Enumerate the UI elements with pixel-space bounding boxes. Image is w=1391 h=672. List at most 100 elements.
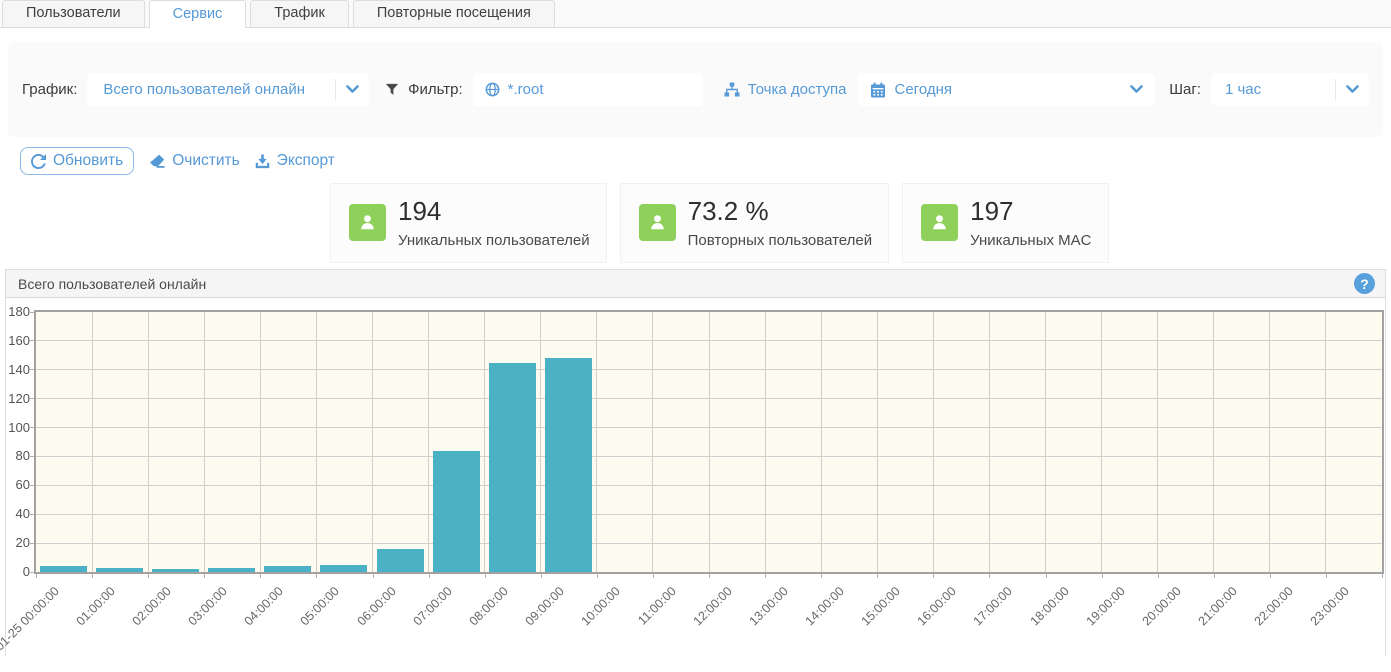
period-select[interactable]: Сегодня (858, 73, 1156, 106)
gridline (709, 312, 710, 572)
access-point-label: Точка доступа (748, 81, 847, 98)
gridline (1157, 312, 1158, 572)
x-tick (1102, 574, 1103, 578)
eraser-icon (149, 154, 165, 168)
x-tick (485, 574, 486, 578)
tab-repeat-visits[interactable]: Повторные посещения (353, 0, 555, 27)
period-value: Сегодня (895, 81, 1122, 98)
stat-card-unique-mac: 197 Уникальных MAC (902, 183, 1108, 263)
x-tick (821, 574, 822, 578)
y-tick-label: 100 (6, 420, 30, 436)
x-tick (204, 574, 205, 578)
chart-area: 02040608010012014016018001-25 00:00:0001… (6, 298, 1385, 656)
step-select[interactable]: 1 час (1211, 73, 1369, 106)
calendar-icon (870, 82, 886, 98)
y-tick (30, 572, 34, 573)
y-tick (30, 369, 34, 370)
chart-select-label: График: (22, 81, 77, 98)
chevron-down-icon (1130, 85, 1143, 94)
x-tick (933, 574, 934, 578)
gridline (989, 312, 990, 572)
gridline (1213, 312, 1214, 572)
x-tick (1158, 574, 1159, 578)
action-bar: Обновить Очистить Экспорт (20, 144, 1391, 178)
x-tick (877, 574, 878, 578)
x-tick (429, 574, 430, 578)
chart-title: Всего пользователей онлайн (18, 276, 206, 292)
chart-bar (208, 568, 255, 572)
x-tick (1326, 574, 1327, 578)
gridline (596, 312, 597, 572)
y-tick (30, 456, 34, 457)
x-tick (1270, 574, 1271, 578)
stats-row: 194 Уникальных пользователей 73.2 % Повт… (330, 183, 1391, 263)
gridline (1269, 312, 1270, 572)
gridline (540, 312, 541, 572)
filter-input[interactable] (508, 81, 691, 98)
y-tick-label: 160 (6, 333, 30, 349)
x-tick (260, 574, 261, 578)
x-tick (1046, 574, 1047, 578)
access-point-button[interactable]: Точка доступа (724, 81, 847, 98)
gridline (1325, 312, 1326, 572)
chart-bar (152, 569, 199, 572)
step-select-label: Шаг: (1169, 81, 1201, 98)
chart-bar (96, 568, 143, 572)
chart-panel: Всего пользователей онлайн ? 02040608010… (5, 269, 1386, 656)
gridline (765, 312, 766, 572)
y-tick-label: 60 (6, 477, 30, 493)
export-button[interactable]: Экспорт (255, 152, 335, 170)
gridline (428, 312, 429, 572)
gridline (316, 312, 317, 572)
chart-type-value: Всего пользователей онлайн (103, 81, 325, 98)
y-tick-label: 140 (6, 362, 30, 378)
y-tick-label: 80 (6, 448, 30, 464)
chevron-down-icon (1346, 85, 1359, 94)
gridline (260, 312, 261, 572)
clear-button[interactable]: Очистить (149, 152, 239, 170)
tab-traffic[interactable]: Трафик (250, 0, 349, 27)
stat-card-unique-users: 194 Уникальных пользователей (330, 183, 607, 263)
gridline (92, 312, 93, 572)
stat-value: 197 (970, 197, 1091, 225)
user-icon (349, 204, 386, 241)
refresh-icon (31, 154, 46, 169)
x-tick (148, 574, 149, 578)
y-tick (30, 340, 34, 341)
filter-label: Фильтр: (408, 81, 463, 98)
x-tick (765, 574, 766, 578)
chart-bar (320, 565, 367, 572)
stat-value: 194 (398, 197, 590, 225)
gridline (1101, 312, 1102, 572)
chart-type-select[interactable]: Всего пользователей онлайн (87, 73, 369, 106)
filter-field[interactable] (473, 73, 703, 106)
x-tick (36, 574, 37, 578)
refresh-button[interactable]: Обновить (20, 147, 134, 175)
tab-users[interactable]: Пользователи (2, 0, 145, 27)
x-tick (709, 574, 710, 578)
gridline (372, 312, 373, 572)
sitemap-icon (724, 82, 740, 97)
y-tick (30, 312, 34, 313)
chevron-down-icon (346, 85, 359, 94)
user-icon (921, 204, 958, 241)
globe-icon (485, 82, 500, 97)
gridline (148, 312, 149, 572)
gridline (484, 312, 485, 572)
x-tick (597, 574, 598, 578)
divider (335, 79, 336, 101)
gridline (821, 312, 822, 572)
stat-label: Повторных пользователей (688, 232, 872, 249)
stat-label: Уникальных пользователей (398, 232, 590, 249)
chart-bar (377, 549, 424, 572)
tab-service[interactable]: Сервис (149, 0, 247, 28)
help-icon[interactable]: ? (1354, 273, 1375, 294)
plot-area (34, 310, 1384, 574)
chart-header: Всего пользователей онлайн ? (6, 270, 1385, 298)
chart-bar (489, 363, 536, 572)
y-tick (30, 427, 34, 428)
gridline (204, 312, 205, 572)
y-tick-label: 0 (6, 564, 30, 580)
x-tick (1382, 574, 1383, 578)
stat-card-repeat-users: 73.2 % Повторных пользователей (620, 183, 889, 263)
